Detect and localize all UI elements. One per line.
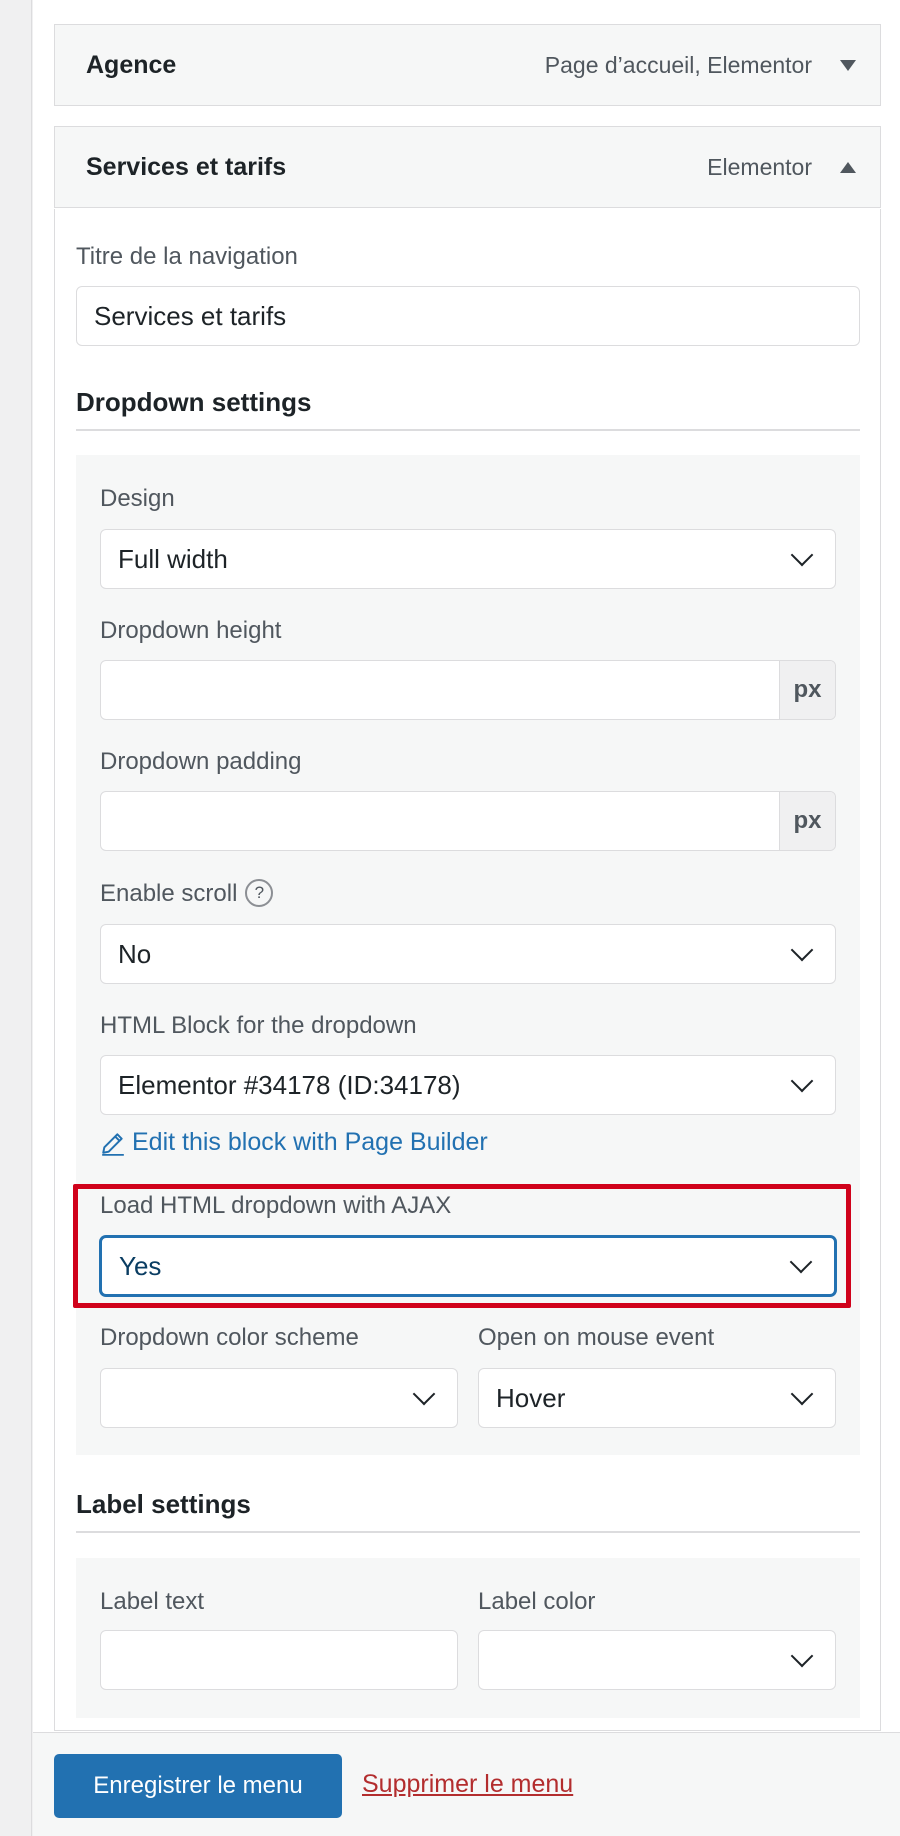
html-block-select[interactable]: Elementor #34178 (ID:34178) — [100, 1055, 836, 1115]
edit-block-link-text: Edit this block with Page Builder — [132, 1128, 488, 1156]
delete-menu-link[interactable]: Supprimer le menu — [362, 1770, 573, 1799]
enable-scroll-select[interactable]: No — [100, 924, 836, 984]
label-text-label: Label text — [100, 1588, 205, 1615]
help-icon[interactable]: ? — [245, 878, 274, 907]
pencil-icon — [102, 1132, 124, 1156]
html-block-label: HTML Block for the dropdown — [100, 1012, 417, 1039]
chevron-down-icon — [412, 1382, 436, 1406]
dropdown-padding-unit: px — [779, 792, 835, 850]
mouse-event-label: Open on mouse event — [478, 1324, 715, 1351]
collapse-arrow-icon[interactable] — [840, 161, 856, 173]
dropdown-height-input[interactable] — [101, 661, 779, 719]
admin-sidebar-edge — [0, 0, 32, 1836]
color-scheme-label: Dropdown color scheme — [100, 1324, 359, 1351]
enable-scroll-label-row: Enable scroll? — [100, 878, 274, 909]
menu-item-title: Services et tarifs — [86, 152, 287, 181]
navigation-label-label: Titre de la navigation — [76, 243, 298, 270]
chevron-down-icon — [790, 1644, 814, 1668]
mouse-event-select[interactable]: Hover — [478, 1368, 836, 1428]
chevron-down-icon — [790, 543, 814, 567]
dropdown-padding-label: Dropdown padding — [100, 748, 302, 775]
menu-item-type: Elementor — [707, 153, 812, 180]
section-divider — [76, 429, 860, 431]
highlight-annotation — [73, 1184, 851, 1308]
dropdown-height-field: px — [100, 660, 836, 720]
dropdown-padding-field: px — [100, 791, 836, 851]
color-scheme-select[interactable] — [100, 1368, 458, 1428]
design-value: Full width — [118, 543, 228, 574]
chevron-down-icon — [790, 938, 814, 962]
dropdown-height-label: Dropdown height — [100, 617, 282, 644]
dropdown-padding-input[interactable] — [101, 792, 779, 850]
html-block-value: Elementor #34178 (ID:34178) — [118, 1069, 461, 1100]
dropdown-height-unit: px — [779, 661, 835, 719]
navigation-label-input[interactable]: Services et tarifs — [76, 286, 860, 346]
design-label: Design — [100, 485, 175, 512]
mouse-event-value: Hover — [496, 1382, 566, 1413]
label-settings-title: Label settings — [76, 1489, 251, 1519]
design-select[interactable]: Full width — [100, 529, 836, 589]
menu-item-title: Agence — [86, 50, 177, 79]
expand-arrow-icon[interactable] — [840, 59, 856, 71]
section-divider — [76, 1531, 860, 1533]
dropdown-settings-title: Dropdown settings — [76, 387, 312, 417]
menu-item-type: Page d’accueil, Elementor — [544, 51, 812, 78]
chevron-down-icon — [790, 1382, 814, 1406]
label-text-input[interactable] — [100, 1630, 458, 1690]
label-color-label: Label color — [478, 1588, 596, 1615]
menu-item-agence[interactable]: Agence Page d’accueil, Elementor — [54, 24, 881, 106]
chevron-down-icon — [790, 1069, 814, 1093]
save-menu-button[interactable]: Enregistrer le menu — [54, 1754, 342, 1818]
enable-scroll-value: No — [118, 938, 152, 969]
menu-item-services[interactable]: Services et tarifs Elementor — [54, 126, 881, 208]
edit-block-link[interactable]: Edit this block with Page Builder — [100, 1128, 488, 1157]
label-color-select[interactable] — [478, 1630, 836, 1690]
enable-scroll-label: Enable scroll — [100, 880, 238, 907]
